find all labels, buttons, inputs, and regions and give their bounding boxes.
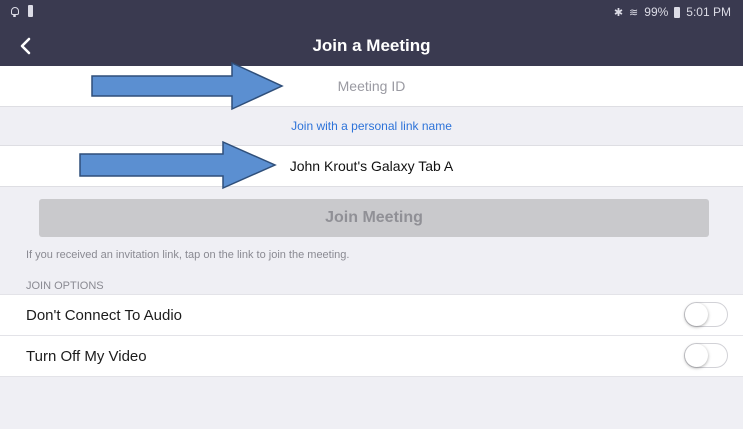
annotation-arrow-meeting-id xyxy=(91,61,284,111)
annotation-arrow-name xyxy=(79,140,277,190)
battery-icon xyxy=(674,6,681,18)
join-options-header: JOIN OPTIONS xyxy=(26,280,104,292)
page-title: Join a Meeting xyxy=(312,36,431,55)
notification-icon xyxy=(28,5,33,17)
personal-link-name-link[interactable]: Join with a personal link name xyxy=(291,119,452,133)
title-bar: Join a Meeting xyxy=(0,26,743,66)
status-left xyxy=(10,5,33,17)
alarm-icon xyxy=(10,6,20,17)
clock: 5:01 PM xyxy=(686,5,731,19)
battery-percent: 99% xyxy=(644,5,669,19)
status-bar: ✱ ≋ 99% 5:01 PM xyxy=(0,0,743,26)
status-right: ✱ ≋ 99% 5:01 PM xyxy=(614,5,731,19)
zoom-join-screen: ✱ ≋ 99% 5:01 PM Join a Meeting Join with… xyxy=(0,0,743,429)
video-toggle[interactable] xyxy=(684,343,728,368)
option-row-audio: Don't Connect To Audio xyxy=(0,294,743,336)
toggle-knob xyxy=(685,303,708,326)
option-label-video: Turn Off My Video xyxy=(26,348,147,365)
wifi-icon: ≋ xyxy=(629,6,639,19)
invitation-hint-text: If you received an invitation link, tap … xyxy=(26,249,350,261)
option-row-video: Turn Off My Video xyxy=(0,336,743,377)
option-label-audio: Don't Connect To Audio xyxy=(26,307,183,324)
toggle-knob xyxy=(685,344,708,367)
bluetooth-icon: ✱ xyxy=(613,6,624,19)
audio-toggle[interactable] xyxy=(684,302,728,327)
join-meeting-button[interactable]: Join Meeting xyxy=(39,199,709,237)
